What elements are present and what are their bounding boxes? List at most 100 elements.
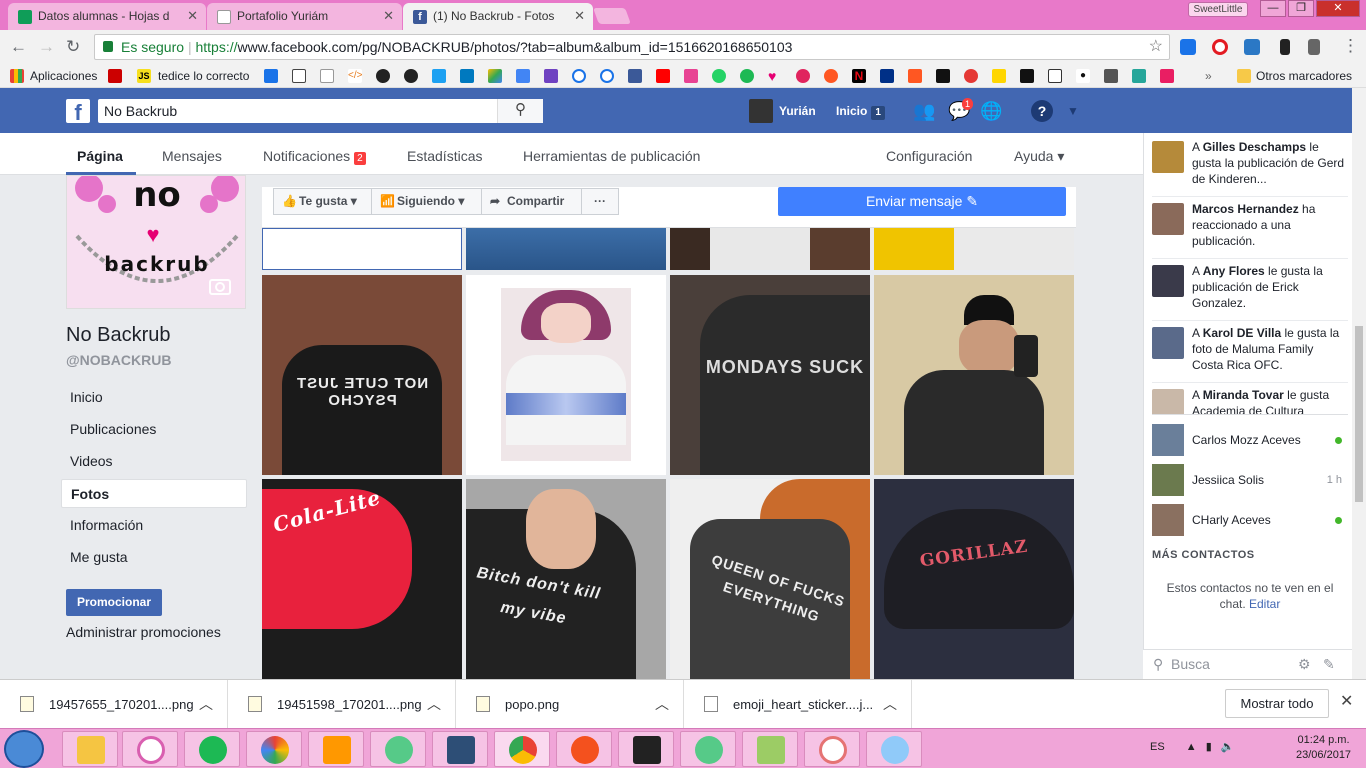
- chrome-menu-icon[interactable]: ⋮: [1342, 36, 1359, 56]
- close-tab-icon[interactable]: ✕: [574, 8, 585, 24]
- blogger-icon[interactable]: [908, 69, 922, 83]
- sidebar-item-videos[interactable]: Videos: [61, 447, 247, 476]
- bookmark-icon[interactable]: [572, 69, 586, 83]
- apps-grid-icon[interactable]: [10, 69, 24, 83]
- more-bookmarks-icon[interactable]: »: [1205, 69, 1212, 83]
- chevron-up-icon[interactable]: ︿: [199, 680, 213, 729]
- whatsapp-icon[interactable]: [712, 69, 726, 83]
- github-icon[interactable]: [376, 69, 390, 83]
- bookmark-icon[interactable]: [964, 69, 978, 83]
- chat-search-input[interactable]: ⚲ Busca ⚙ ✎: [1143, 649, 1352, 679]
- bookmark-icon[interactable]: [600, 69, 614, 83]
- taskbar-chrome[interactable]: [494, 731, 550, 767]
- page-profile-picture[interactable]: no ♥ backrub: [66, 175, 246, 309]
- extension-icon[interactable]: [1308, 39, 1320, 55]
- sidebar-item-inicio[interactable]: Inicio: [61, 383, 247, 412]
- download-item[interactable]: emoji_heart_sticker....j... ︿: [684, 680, 912, 729]
- bookmark-icon[interactable]: [1048, 69, 1062, 83]
- sidebar-item-me-gusta[interactable]: Me gusta: [61, 543, 247, 572]
- github-icon[interactable]: [404, 69, 418, 83]
- paypal-icon[interactable]: [880, 69, 894, 83]
- bookmark-apps[interactable]: Aplicaciones: [30, 69, 97, 83]
- youtube-icon[interactable]: [656, 69, 670, 83]
- browser-tab-facebook[interactable]: f (1) No Backrub - Fotos ✕: [403, 3, 593, 30]
- taskbar-app[interactable]: [432, 731, 488, 767]
- edit-chat-link[interactable]: Editar: [1249, 597, 1280, 611]
- facebook-icon[interactable]: [628, 69, 642, 83]
- taskbar-app[interactable]: [556, 731, 612, 767]
- bootstrap-icon[interactable]: [544, 69, 558, 83]
- tab-herramientas[interactable]: Herramientas de publicación: [523, 148, 700, 164]
- like-button[interactable]: 👍 Te gusta ▾: [273, 188, 372, 215]
- bookmark-icon[interactable]: [432, 69, 446, 83]
- sidebar-item-publicaciones[interactable]: Publicaciones: [61, 415, 247, 444]
- bookmark-icon[interactable]: [1132, 69, 1146, 83]
- download-item[interactable]: 19457655_170201....png ︿: [0, 680, 228, 729]
- photo-thumbnail[interactable]: [466, 228, 666, 270]
- extension-icon[interactable]: [1280, 39, 1290, 55]
- bookmark-icon[interactable]: ●: [1076, 69, 1090, 83]
- folder-icon[interactable]: [1237, 69, 1251, 83]
- photo-thumbnail[interactable]: [670, 228, 870, 270]
- taskbar-app[interactable]: [246, 731, 302, 767]
- back-icon[interactable]: ←: [10, 37, 27, 57]
- facebook-logo-icon[interactable]: f: [66, 99, 90, 125]
- browser-tab-sheets[interactable]: Datos alumnas - Hojas d ✕: [8, 3, 206, 30]
- ticker-item[interactable]: A Gilles Deschamps le gusta la publicaci…: [1152, 139, 1348, 197]
- friend-requests-icon[interactable]: 👥: [913, 100, 935, 122]
- spotify-icon[interactable]: [740, 69, 754, 83]
- page-name[interactable]: No Backrub: [66, 324, 171, 347]
- taskbar-atom[interactable]: [680, 731, 736, 767]
- photo-thumbnail[interactable]: MONDAYS SUCK: [670, 275, 870, 475]
- manage-promotions-link[interactable]: Administrar promociones: [66, 624, 221, 640]
- page-icon[interactable]: [320, 69, 334, 83]
- taskbar-app[interactable]: [804, 731, 860, 767]
- tab-pagina[interactable]: Página: [77, 148, 123, 164]
- taskbar-itunes[interactable]: [122, 731, 178, 767]
- bookmark-icon[interactable]: [292, 69, 306, 83]
- close-downloads-icon[interactable]: ✕: [1340, 691, 1353, 711]
- send-message-button[interactable]: Enviar mensaje ✎: [778, 187, 1066, 216]
- chevron-up-icon[interactable]: ︿: [655, 680, 669, 729]
- page-handle[interactable]: @NOBACKRUB: [66, 352, 171, 368]
- taskbar-paint[interactable]: [866, 731, 922, 767]
- sidebar-item-fotos[interactable]: Fotos: [61, 479, 247, 508]
- tab-ayuda[interactable]: Ayuda ▾: [1014, 148, 1064, 165]
- taskbar-atom[interactable]: [370, 731, 426, 767]
- download-item[interactable]: popo.png ︿: [456, 680, 684, 729]
- tab-estadisticas[interactable]: Estadísticas: [407, 148, 482, 164]
- bookmark-icon[interactable]: [516, 69, 530, 83]
- other-bookmarks[interactable]: Otros marcadores: [1256, 69, 1352, 83]
- google-drive-icon[interactable]: [488, 69, 502, 83]
- photo-thumbnail[interactable]: Bitch don't kill my vibe: [466, 479, 666, 679]
- search-icon[interactable]: ⚲: [497, 99, 543, 123]
- forward-icon[interactable]: →: [38, 37, 55, 57]
- bookmark-icon[interactable]: [1020, 69, 1034, 83]
- windows-start-button[interactable]: [4, 730, 44, 768]
- more-options-button[interactable]: ···: [581, 188, 619, 215]
- photo-thumbnail[interactable]: QUEEN OF FUCKS EVERYTHING: [670, 479, 870, 679]
- chevron-up-icon[interactable]: ︿: [883, 680, 897, 729]
- chevron-up-icon[interactable]: ︿: [427, 680, 441, 729]
- bookmark-icon[interactable]: [824, 69, 838, 83]
- page-scrollbar[interactable]: [1352, 88, 1366, 679]
- netflix-icon[interactable]: N: [852, 69, 866, 83]
- photo-thumbnail[interactable]: Cola-Lite: [262, 479, 462, 679]
- following-button[interactable]: 📶 Siguiendo ▾: [371, 188, 482, 215]
- language-indicator[interactable]: ES: [1150, 741, 1165, 753]
- chat-contact[interactable]: Jessiica Solis 1 h: [1152, 464, 1342, 496]
- show-hidden-icons-icon[interactable]: ▲: [1186, 741, 1197, 753]
- browser-tab-portfolio[interactable]: Portafolio Yuriám ✕: [207, 3, 402, 30]
- taskbar-sublime[interactable]: [308, 731, 364, 767]
- bookmark-icon[interactable]: [684, 69, 698, 83]
- ticker-item[interactable]: A Karol DE Villa le gusta la foto de Mal…: [1152, 325, 1348, 383]
- chat-contact[interactable]: Carlos Mozz Aceves: [1152, 424, 1342, 456]
- photo-thumbnail[interactable]: [874, 228, 1074, 270]
- volume-icon[interactable]: 🔈: [1221, 741, 1235, 753]
- help-icon[interactable]: ?: [1031, 100, 1053, 122]
- scrollbar-thumb[interactable]: [1355, 326, 1363, 502]
- url-input[interactable]: Es seguro | https://www.facebook.com/pg/…: [94, 34, 1170, 60]
- network-icon[interactable]: ▮: [1206, 741, 1212, 753]
- share-button[interactable]: ➦ Compartir: [481, 188, 582, 215]
- js-icon[interactable]: JS: [137, 69, 151, 83]
